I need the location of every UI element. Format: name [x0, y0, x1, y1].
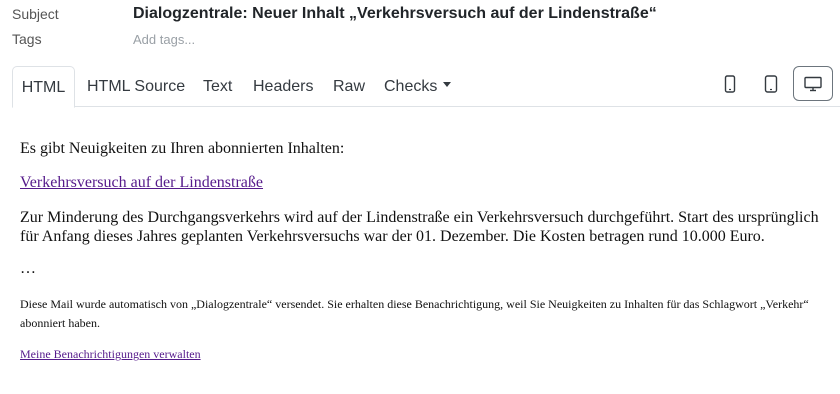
tags-label: Tags: [12, 31, 42, 47]
mobile-view-button[interactable]: [711, 66, 749, 102]
tab-checks[interactable]: Checks: [384, 66, 452, 106]
content-description: Zur Minderung des Durchgangsverkehrs wir…: [20, 209, 819, 245]
tablet-icon: [764, 75, 778, 93]
intro-text: Es gibt Neuigkeiten zu Ihren abonnierten…: [20, 140, 345, 157]
ellipsis: …: [20, 260, 36, 277]
tab-raw[interactable]: Raw: [333, 66, 365, 106]
footer-note: Diese Mail wurde automatisch von „Dialog…: [20, 297, 809, 330]
content-link[interactable]: Verkehrsversuch auf der Lindenstraße: [20, 174, 263, 192]
tablet-view-button[interactable]: [752, 66, 790, 102]
tab-html-source[interactable]: HTML Source: [87, 66, 185, 106]
tab-html[interactable]: HTML: [12, 66, 75, 108]
tab-checks-label: Checks: [384, 78, 438, 95]
desktop-view-button[interactable]: [793, 66, 833, 101]
mobile-icon: [724, 75, 736, 93]
subject-value: Dialogzentrale: Neuer Inhalt „Verkehrsve…: [133, 5, 657, 22]
tags-input[interactable]: Add tags...: [133, 32, 195, 47]
tab-text[interactable]: Text: [203, 66, 232, 106]
manage-notifications-link[interactable]: Meine Benachrichtigungen verwalten: [20, 347, 201, 362]
caret-down-icon: [443, 82, 452, 88]
subject-label: Subject: [12, 6, 59, 22]
tab-headers[interactable]: Headers: [253, 66, 313, 106]
desktop-icon: [804, 76, 822, 91]
